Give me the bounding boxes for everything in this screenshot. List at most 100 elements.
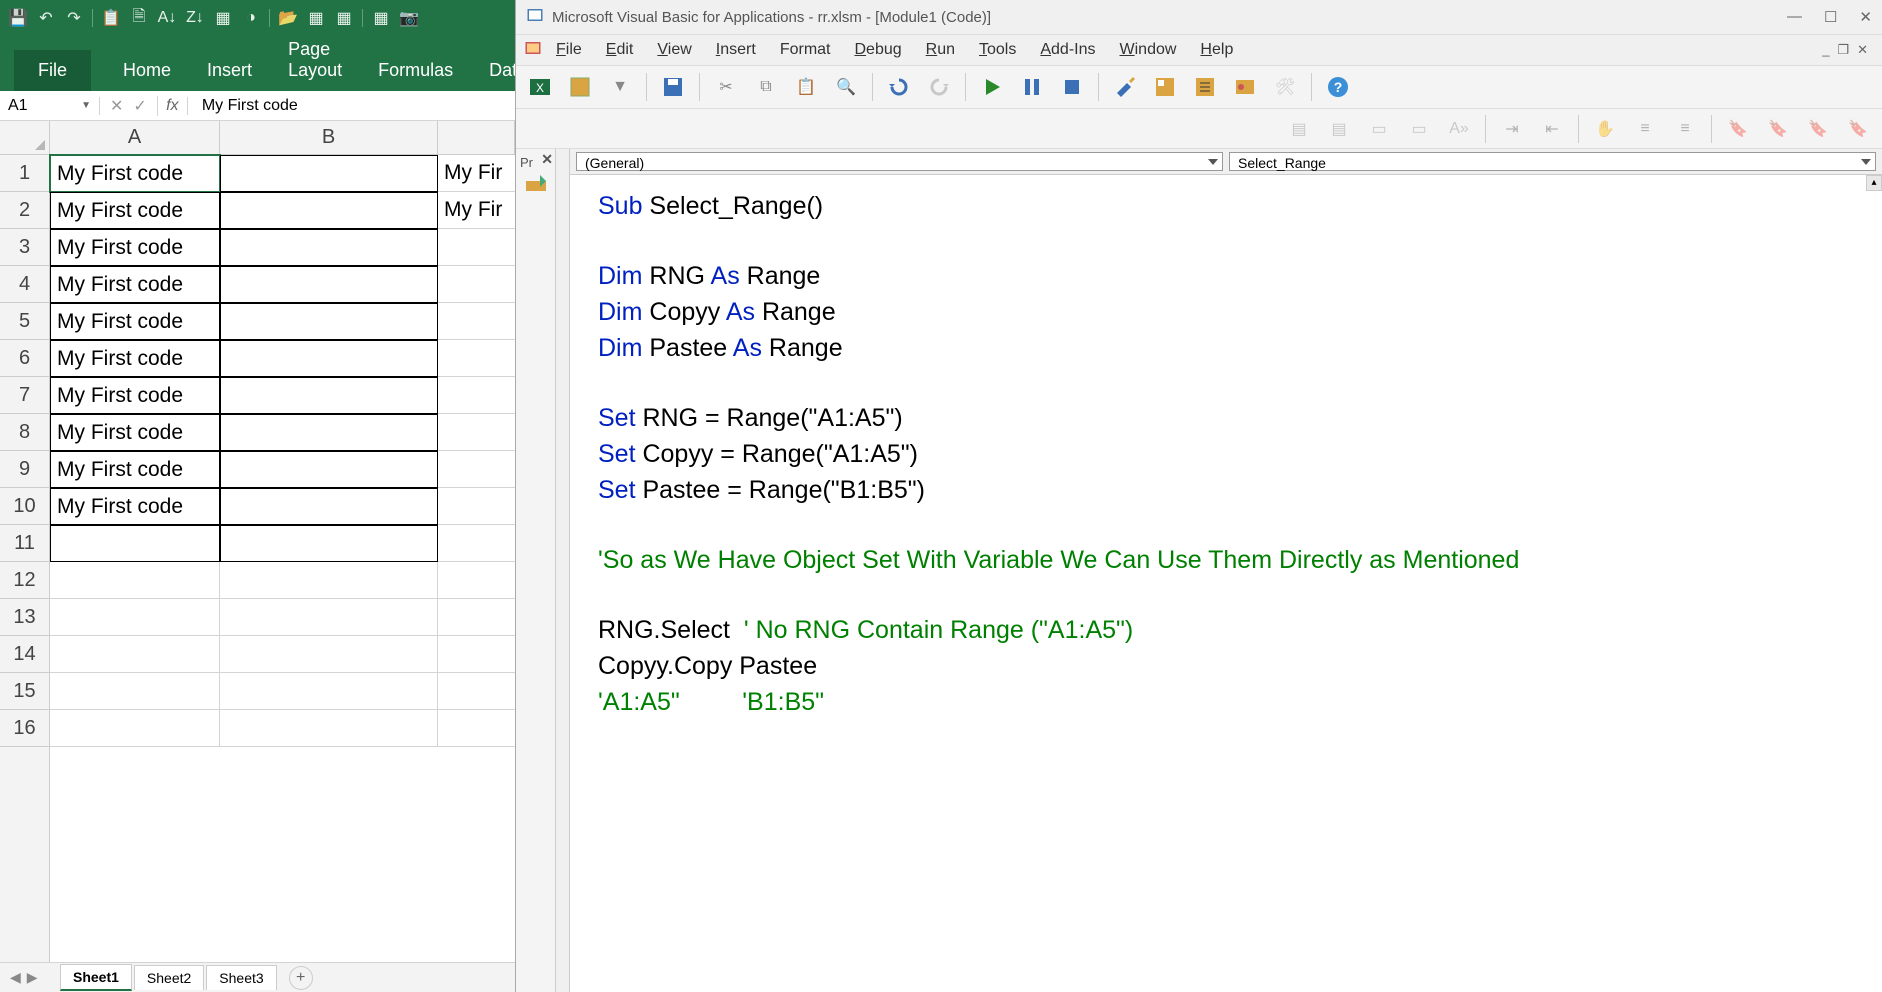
sort-desc-icon[interactable]: Z↓	[185, 8, 205, 28]
cell-B9[interactable]	[220, 451, 438, 488]
row-header-5[interactable]: 5	[0, 303, 49, 340]
fx-icon[interactable]: fx	[158, 97, 188, 115]
cell-B5[interactable]	[220, 303, 438, 340]
list-properties-icon[interactable]: ▤	[1281, 111, 1317, 147]
comment-block-icon[interactable]: ≡	[1627, 111, 1663, 147]
menu-format[interactable]: Format	[770, 39, 841, 61]
tab-insert[interactable]: Insert	[203, 50, 256, 91]
menu-tools[interactable]: Tools	[969, 39, 1026, 61]
undo-icon[interactable]	[881, 69, 917, 105]
cell-C8[interactable]	[438, 414, 515, 451]
cell-A15[interactable]	[50, 673, 220, 710]
row-header-9[interactable]: 9	[0, 451, 49, 488]
cell-B13[interactable]	[220, 599, 438, 636]
view-excel-icon[interactable]: X	[522, 69, 558, 105]
cell-A1[interactable]: My First code	[50, 155, 220, 192]
cell-B8[interactable]	[220, 414, 438, 451]
cell-C13[interactable]	[438, 599, 515, 636]
cell-B1[interactable]	[220, 155, 438, 192]
mdi-restore-icon[interactable]: ❐	[1837, 42, 1849, 58]
bookmark-prev-icon[interactable]: 🔖	[1800, 111, 1836, 147]
cell-C2[interactable]: My Fir	[438, 192, 515, 229]
save-icon[interactable]	[655, 69, 691, 105]
name-box[interactable]: A1 ▼	[0, 97, 100, 115]
col-header-A[interactable]: A	[50, 121, 220, 154]
row-header-8[interactable]: 8	[0, 414, 49, 451]
row-header-6[interactable]: 6	[0, 340, 49, 377]
close-icon[interactable]: ✕	[1859, 8, 1872, 26]
cell-A3[interactable]: My First code	[50, 229, 220, 266]
redo-icon[interactable]: ↷	[64, 8, 84, 28]
list-constants-icon[interactable]: ▤	[1321, 111, 1357, 147]
cell-A6[interactable]: My First code	[50, 340, 220, 377]
tab-page-layout[interactable]: Page Layout	[284, 29, 346, 91]
col-header-C[interactable]	[438, 121, 515, 154]
cancel-icon[interactable]: ✕	[110, 96, 123, 116]
cell-C15[interactable]	[438, 673, 515, 710]
cell-C3[interactable]	[438, 229, 515, 266]
cell-A12[interactable]	[50, 562, 220, 599]
code-editor[interactable]: Sub Select_Range() Dim RNG As Range Dim …	[570, 175, 1882, 992]
sort-asc-icon[interactable]: A↓	[157, 8, 177, 28]
reset-icon[interactable]	[1054, 69, 1090, 105]
add-sheet-button[interactable]: +	[289, 966, 313, 990]
cell-B15[interactable]	[220, 673, 438, 710]
minimize-icon[interactable]: —	[1787, 8, 1802, 26]
spreadsheet-grid[interactable]: A B 12345678910111213141516 My First cod…	[0, 121, 515, 962]
maximize-icon[interactable]: ☐	[1824, 8, 1837, 26]
row-header-14[interactable]: 14	[0, 636, 49, 673]
break-icon[interactable]	[1014, 69, 1050, 105]
project-explorer-icon[interactable]	[1147, 69, 1183, 105]
cell-C1[interactable]: My Fir	[438, 155, 515, 192]
project-explorer-pane[interactable]: Pr ✕	[516, 149, 556, 992]
row-header-13[interactable]: 13	[0, 599, 49, 636]
design-mode-icon[interactable]	[1107, 69, 1143, 105]
form-icon[interactable]: ▦	[306, 8, 326, 28]
row-header-15[interactable]: 15	[0, 673, 49, 710]
menu-view[interactable]: View	[647, 39, 701, 61]
sheet-nav-prev-icon[interactable]: ◀	[10, 969, 21, 986]
chevron-down-icon[interactable]: ▼	[81, 100, 91, 111]
paste-icon[interactable]: 📋	[101, 8, 121, 28]
tab-file[interactable]: File	[14, 50, 91, 91]
mdi-close-icon[interactable]: ✕	[1857, 42, 1868, 58]
row-header-10[interactable]: 10	[0, 488, 49, 525]
row-header-2[interactable]: 2	[0, 192, 49, 229]
cell-C12[interactable]	[438, 562, 515, 599]
find-icon[interactable]: 🔍	[828, 69, 864, 105]
cell-A10[interactable]: My First code	[50, 488, 220, 525]
row-header-12[interactable]: 12	[0, 562, 49, 599]
tab-formulas[interactable]: Formulas	[374, 50, 457, 91]
sheet-tab-1[interactable]: Sheet1	[60, 964, 132, 991]
menu-window[interactable]: Window	[1110, 39, 1187, 61]
parameter-info-icon[interactable]: ▭	[1401, 111, 1437, 147]
quick-info-icon[interactable]: ▭	[1361, 111, 1397, 147]
menu-edit[interactable]: Edit	[596, 39, 644, 61]
cell-B3[interactable]	[220, 229, 438, 266]
scroll-up-icon[interactable]: ▴	[1866, 175, 1882, 191]
tab-home[interactable]: Home	[119, 50, 175, 91]
cell-B6[interactable]	[220, 340, 438, 377]
cell-A9[interactable]: My First code	[50, 451, 220, 488]
camera-icon[interactable]: 📷	[399, 8, 419, 28]
bookmark-toggle-icon[interactable]: 🔖	[1720, 111, 1756, 147]
cell-A7[interactable]: My First code	[50, 377, 220, 414]
cell-C7[interactable]	[438, 377, 515, 414]
toolbox-icon[interactable]: 🛠	[1267, 69, 1303, 105]
procedure-dropdown[interactable]: Select_Range	[1229, 152, 1876, 171]
cell-A2[interactable]: My First code	[50, 192, 220, 229]
run-icon[interactable]	[974, 69, 1010, 105]
cell-C9[interactable]	[438, 451, 515, 488]
undo-icon[interactable]: ↶	[36, 8, 56, 28]
breakpoint-icon[interactable]: ✋	[1587, 111, 1623, 147]
dropdown-icon[interactable]: ▼	[602, 69, 638, 105]
uncomment-block-icon[interactable]: ≡	[1667, 111, 1703, 147]
properties-icon[interactable]	[1187, 69, 1223, 105]
pivot-icon[interactable]: ▦	[371, 8, 391, 28]
object-dropdown[interactable]: (General)	[576, 152, 1223, 171]
cell-A13[interactable]	[50, 599, 220, 636]
select-all-corner[interactable]	[0, 121, 50, 155]
cell-C4[interactable]	[438, 266, 515, 303]
row-header-4[interactable]: 4	[0, 266, 49, 303]
bookmark-clear-icon[interactable]: 🔖	[1840, 111, 1876, 147]
